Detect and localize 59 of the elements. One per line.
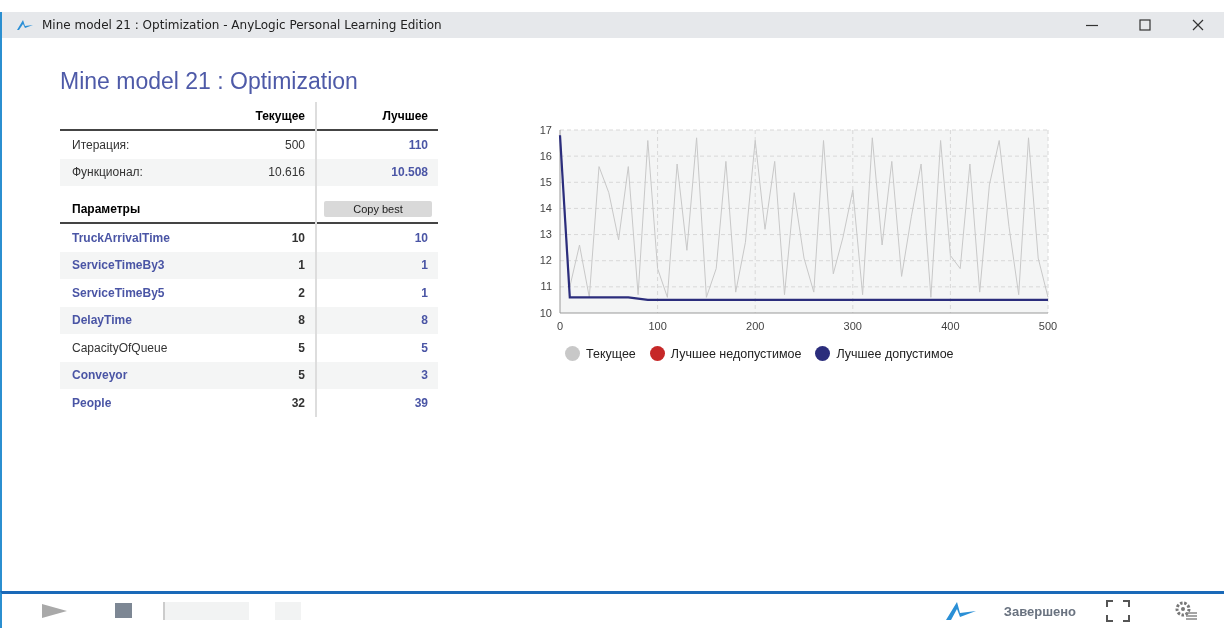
stop-icon[interactable]	[115, 603, 133, 619]
maximize-icon[interactable]	[1138, 18, 1152, 32]
table-cell-text: 1	[297, 258, 305, 273]
legend-label: Лучшее недопустимое	[670, 346, 802, 361]
table-cell-text: 8	[420, 313, 428, 328]
table-cell-text: 10	[413, 230, 428, 245]
parameter-name: TruckArrivalTime	[71, 230, 171, 245]
settings-icon[interactable]	[1174, 600, 1198, 622]
status-text: Завершено	[1003, 603, 1076, 619]
table-cell-text: 32	[290, 395, 305, 410]
table-cell-text: 2	[297, 285, 305, 300]
axis-tick-label: 10	[539, 306, 552, 319]
fullscreen-icon[interactable]	[1106, 600, 1130, 622]
table-cell-text: 3	[420, 368, 428, 383]
column-header: Текущее	[254, 108, 305, 123]
axis-tick-label: 0	[556, 320, 564, 332]
play-icon[interactable]	[42, 603, 68, 619]
axis-tick-label: 17	[539, 123, 552, 136]
table-cell-text: 1	[420, 285, 428, 300]
parameter-name: DelayTime	[71, 313, 133, 328]
table-cell-text: 10	[290, 230, 305, 245]
axis-tick-label: 300	[843, 320, 862, 332]
axis-tick-label: 500	[1038, 320, 1058, 332]
row-label: Итерация:	[71, 137, 131, 152]
table-cell-text: 10.508	[390, 165, 428, 180]
page-heading: Mine model 21 : Optimization	[60, 68, 359, 96]
axis-tick-label: 16	[539, 149, 552, 162]
table-cell-text: 500	[283, 137, 305, 152]
table-cell-text: 8	[297, 313, 305, 328]
axis-tick-label: 400	[941, 320, 960, 332]
table-cell-text: 39	[413, 395, 428, 410]
legend-label: Лучшее допустимое	[836, 346, 954, 361]
column-header: Лучшее	[381, 108, 428, 123]
axis-tick-label: 15	[539, 175, 552, 188]
axis-tick-label: 100	[648, 320, 667, 332]
table-cell-text: 5	[297, 368, 305, 383]
window-title: Mine model 21 : Optimization - AnyLogic Personal Learning Edition	[42, 18, 442, 32]
table-cell-text: 1	[420, 258, 428, 273]
legend-label: Текущее	[586, 346, 636, 361]
parameter-name: Conveyor	[71, 368, 129, 383]
parameter-name: CapacityOfQueue	[71, 340, 169, 355]
axis-tick-label: 200	[746, 320, 765, 332]
axis-tick-label: 13	[539, 228, 552, 241]
table-cell-text: 5	[420, 340, 428, 355]
logo-icon	[16, 19, 34, 31]
parameter-name: ServiceTimeBy5	[71, 285, 166, 300]
table-cell-text: 10.616	[267, 165, 305, 180]
table-cell-text: 110	[407, 137, 428, 152]
parameter-name: ServiceTimeBy3	[71, 258, 166, 273]
table-cell-text: 5	[297, 340, 305, 355]
axis-tick-label: 12	[539, 254, 552, 267]
row-label: Функционал:	[71, 165, 144, 180]
parameter-name: People	[71, 395, 113, 410]
section-header: Параметры	[71, 201, 142, 216]
axis-tick-label: 11	[540, 280, 552, 293]
logo-icon	[944, 600, 977, 622]
close-icon[interactable]	[1191, 18, 1205, 32]
copy-best-button[interactable]: Copy best	[324, 200, 432, 217]
axis-tick-label: 14	[539, 201, 552, 214]
